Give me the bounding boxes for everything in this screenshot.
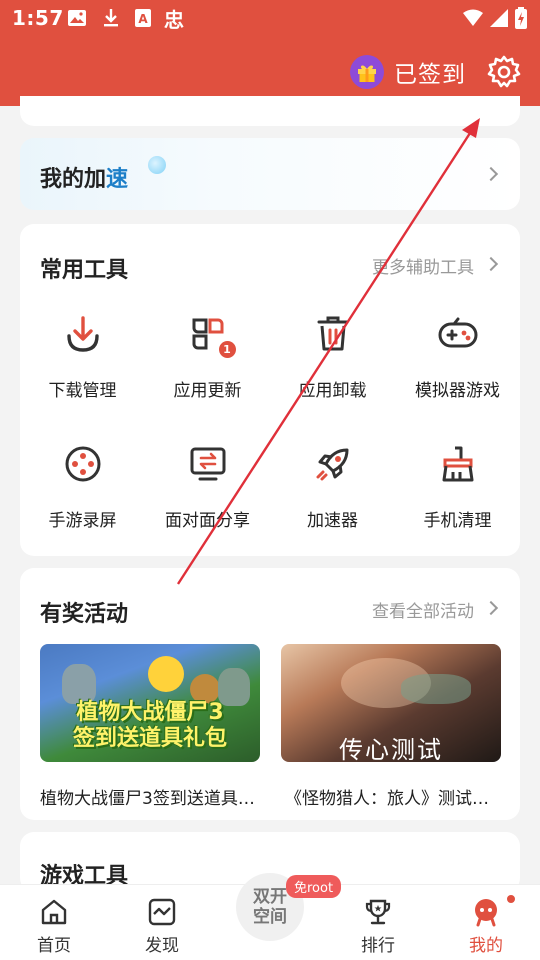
app-a-icon: A	[132, 7, 154, 29]
tool-label: 手机清理	[423, 511, 492, 531]
notification-dot	[507, 895, 515, 903]
wifi-icon	[462, 7, 484, 29]
nav-home[interactable]: 首页	[14, 885, 94, 956]
event-caption[interactable]: 植物大战僵尸3签到送道具…	[40, 784, 262, 809]
trash-icon	[311, 312, 355, 356]
status-bar: 1:57 A 忠	[0, 0, 540, 36]
tool-screen-record[interactable]: 手游录屏	[20, 442, 145, 531]
app-header: 1:57 A 忠 已签到	[0, 0, 540, 106]
bottom-nav: 首页 发现 双开 空间 免root 排行 我的	[0, 873, 540, 960]
tool-label: 加速器	[307, 511, 358, 531]
profile-icon	[471, 897, 501, 927]
signin-status[interactable]: 已签到	[350, 55, 466, 89]
svg-text:A: A	[138, 12, 148, 26]
no-root-badge: 免root	[286, 875, 342, 898]
tool-face-share[interactable]: 面对面分享	[145, 442, 270, 531]
nav-label: 排行	[361, 936, 395, 956]
nav-ranking[interactable]: 排行	[338, 885, 418, 956]
tool-download-manager[interactable]: 下载管理	[20, 312, 145, 401]
film-reel-icon	[61, 442, 105, 486]
chevron-right-icon	[483, 166, 499, 182]
battery-icon	[514, 7, 528, 29]
tool-accelerator[interactable]: 加速器	[270, 442, 395, 531]
signin-label: 已签到	[394, 62, 466, 88]
previous-card-edge	[20, 96, 520, 126]
discover-icon	[147, 897, 177, 927]
chevron-right-icon	[483, 256, 499, 272]
monster-decoration	[401, 674, 471, 704]
event-banner-text: 传心测试	[339, 736, 443, 762]
tool-label: 下载管理	[48, 381, 117, 401]
event-banner-pvz3[interactable]: 植物大战僵尸3 签到送道具礼包	[40, 644, 260, 762]
home-icon	[39, 897, 69, 927]
nav-label: 首页	[37, 936, 71, 956]
zombie-decoration	[62, 664, 96, 704]
nav-discover[interactable]: 发现	[122, 885, 202, 956]
rocket-icon	[311, 442, 355, 486]
gift-icon	[350, 55, 384, 89]
chevron-right-icon	[483, 600, 499, 616]
tool-label: 模拟器游戏	[415, 381, 500, 401]
more-tools-link[interactable]: 更多辅助工具	[372, 253, 474, 278]
event-caption[interactable]: 《怪物猎人：旅人》测试…	[285, 784, 507, 809]
rewards-events-card: 有奖活动 查看全部活动 植物大战僵尸3 签到送道具礼包 传心测试 植物大战僵尸3签…	[20, 568, 520, 820]
screen-share-icon	[186, 442, 230, 486]
tool-label: 手游录屏	[48, 511, 117, 531]
common-tools-card: 常用工具 更多辅助工具 下载管理 1 应用更新 应用卸载 模拟器游戏 手游录屏	[20, 224, 520, 556]
event-banner-text: 植物大战僵尸3 签到送道具礼包	[72, 700, 227, 751]
my-accelerator-card[interactable]: 我的加速	[20, 138, 520, 210]
gamepad-icon	[436, 312, 480, 356]
app-update-icon: 1	[186, 312, 236, 358]
image-icon	[66, 7, 88, 29]
sunflower-decoration	[148, 656, 184, 692]
download-icon	[61, 312, 105, 356]
tool-app-uninstall[interactable]: 应用卸载	[270, 312, 395, 401]
tools-title: 常用工具	[40, 258, 129, 283]
tool-label: 应用卸载	[298, 381, 367, 401]
accel-title: 我的加速	[40, 167, 129, 192]
nav-label: 我的	[469, 936, 503, 956]
tool-label: 应用更新	[173, 381, 242, 401]
status-time: 1:57	[12, 6, 64, 30]
events-title: 有奖活动	[40, 602, 129, 627]
event-banner-monster-hunter[interactable]: 传心测试	[281, 644, 501, 762]
settings-gear-icon[interactable]	[486, 54, 522, 90]
status-app-char: 忠	[164, 8, 184, 32]
signal-icon	[488, 7, 510, 29]
tool-app-update[interactable]: 1 应用更新	[145, 312, 270, 401]
tool-label: 面对面分享	[165, 511, 250, 531]
tool-emulator-games[interactable]: 模拟器游戏	[395, 312, 520, 401]
update-count-badge: 1	[218, 341, 236, 358]
trophy-icon	[363, 897, 393, 927]
bubble-decoration	[148, 156, 166, 174]
download-status-icon	[100, 7, 122, 29]
tool-phone-clean[interactable]: 手机清理	[395, 442, 520, 531]
view-all-events-link[interactable]: 查看全部活动	[372, 597, 474, 622]
nav-label: 发现	[145, 936, 179, 956]
broom-icon	[436, 442, 480, 486]
